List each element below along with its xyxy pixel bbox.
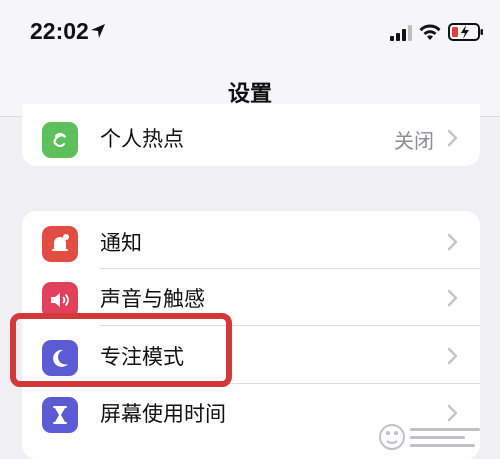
- settings-row-label: 个人热点: [100, 127, 184, 151]
- cellular-signal-icon: [390, 25, 412, 41]
- bell-icon: [42, 226, 78, 262]
- chevron-right-icon: [447, 347, 458, 365]
- settings-row-value: 关闭: [394, 129, 434, 153]
- chevron-right-icon: [447, 233, 458, 251]
- watermark-logo: [379, 424, 480, 450]
- chevron-right-icon: [447, 289, 458, 307]
- wifi-icon: [419, 24, 441, 40]
- annotation-highlight-box: [10, 313, 232, 387]
- battery-charging-icon: [448, 23, 483, 41]
- settings-group-network: 个人热点 关闭: [22, 104, 480, 166]
- settings-row-notifications[interactable]: 通知: [22, 213, 480, 270]
- settings-row-label: 屏幕使用时间: [100, 402, 226, 426]
- hourglass-icon: [42, 397, 78, 433]
- hotspot-icon: [42, 122, 78, 158]
- status-bar: 22:02: [0, 0, 500, 64]
- settings-row-label: 通知: [100, 231, 142, 255]
- settings-row-label: 声音与触感: [100, 287, 205, 311]
- status-time: 22:02: [30, 18, 89, 44]
- location-arrow-icon: [91, 24, 105, 38]
- settings-row-personal-hotspot[interactable]: 个人热点 关闭: [22, 109, 480, 166]
- chevron-right-icon: [447, 129, 458, 147]
